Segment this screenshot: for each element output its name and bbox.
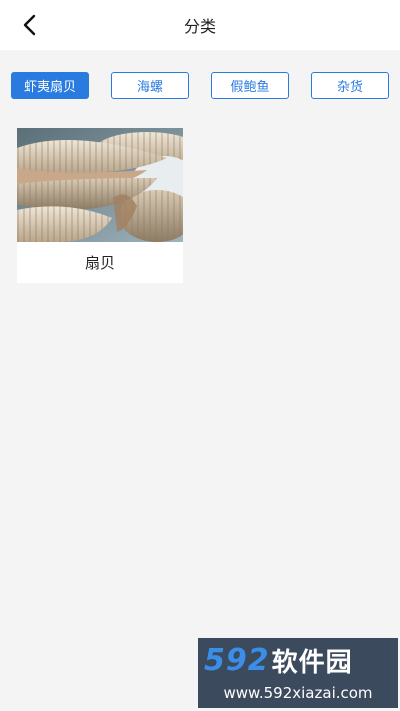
tab-conch[interactable]: 海螺 [111,72,189,99]
watermark-url: www.592xiazai.com [223,684,373,702]
app-header: 分类 [0,0,400,50]
product-card[interactable]: 扇贝 [17,128,183,283]
watermark-number: 592 [204,642,270,678]
tab-scallop-category[interactable]: 虾夷扇贝 [11,72,89,99]
product-name: 扇贝 [84,254,115,272]
page-title: 分类 [183,17,216,36]
tab-fake-abalone[interactable]: 假鲍鱼 [211,72,289,99]
category-tabs: 虾夷扇贝 海螺 假鲍鱼 杂货 [0,72,400,100]
scallop-photo [17,128,183,242]
watermark-logo: 592 软件园 www.592xiazai.com [198,638,398,708]
tab-groceries[interactable]: 杂货 [311,72,389,99]
watermark-brand: 软件园 [271,647,353,678]
category-page: 分类 虾夷扇贝 海螺 假鲍鱼 杂货 扇贝 592 软件园 www.592xiaz… [0,0,400,711]
